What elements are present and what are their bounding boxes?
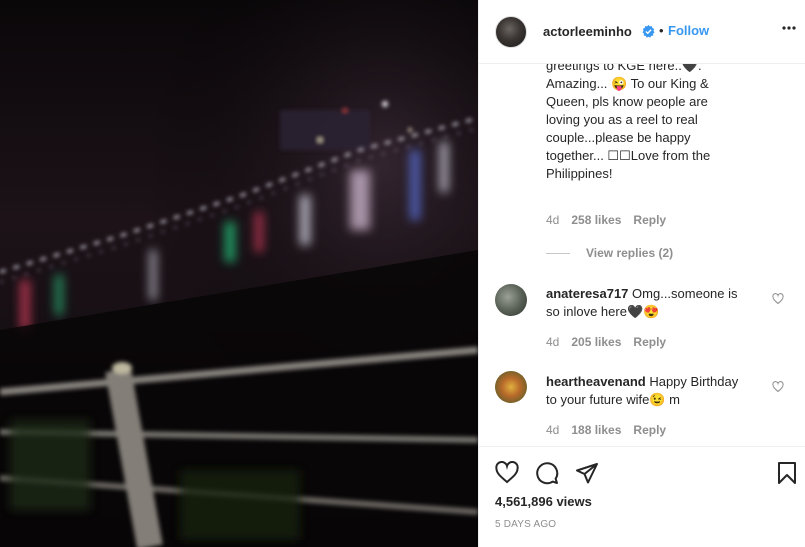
comment-meta: 4d 205 likes Reply [546,335,666,349]
comment-time: 4d [546,423,560,437]
more-options-icon[interactable] [782,26,796,30]
comment-time: 4d [546,213,560,227]
view-replies-label: View replies (2) [586,246,674,260]
comment-text: anateresa717 Omg...someone is so inlove … [546,285,761,321]
comment-line: Amazing... 😜 To our King & [546,76,709,91]
header-separator: • [659,23,664,38]
verified-badge-icon [642,25,655,38]
comment-body: Omg...someone is [632,286,738,301]
view-count[interactable]: 4,561,896 views [495,494,592,509]
comment-text: greetings to KGE here..🖤. Amazing... 😜 T… [546,64,736,183]
comment-reply-button[interactable]: Reply [633,213,666,227]
bookmark-icon[interactable] [775,461,799,485]
paper-plane-icon[interactable] [575,461,599,485]
heart-icon[interactable] [495,461,519,485]
comment-likes[interactable]: 205 likes [571,335,621,349]
comment-reply-button[interactable]: Reply [633,335,666,349]
comment-line: couple...please be happy [546,130,691,145]
comments-list[interactable]: greetings to KGE here..🖤. Amazing... 😜 T… [479,64,805,446]
post-author-username[interactable]: actorleeminho [543,24,632,39]
comment-like-heart-icon[interactable] [772,381,784,393]
comment-line: loving you as a reel to real [546,112,698,127]
view-replies-line [546,252,570,254]
comment-like-heart-icon[interactable] [772,293,784,305]
comment-body: to your future wife😉 m [546,392,680,407]
comment-body: so inlove here🖤😍 [546,304,660,319]
comment-username[interactable]: heartheavenand [546,374,646,389]
comment-line: Philippines! [546,166,613,181]
comment-body: Happy Birthday [649,374,739,389]
comment-line: greetings to KGE here..🖤. [546,64,702,73]
follow-button[interactable]: Follow [668,23,709,38]
comment-meta: 4d 258 likes Reply [546,213,666,227]
comment-text: heartheavenand Happy Birthday to your fu… [546,373,761,409]
post-author-avatar[interactable] [495,15,527,48]
post-actions: 4,561,896 views 5 DAYS AGO [479,446,805,547]
comment-likes[interactable]: 258 likes [571,213,621,227]
comment-time: 4d [546,335,560,349]
post-sidebar: actorleeminho • Follow greetings to KGE … [478,0,805,547]
commenter-avatar[interactable] [495,284,527,316]
comment-reply-button[interactable]: Reply [633,423,666,437]
comment-line: Queen, pls know people are [546,94,708,109]
comment-icon[interactable] [535,461,559,485]
comment-meta: 4d 188 likes Reply [546,423,666,437]
post-date[interactable]: 5 DAYS AGO [495,519,556,530]
comment-likes[interactable]: 188 likes [571,423,621,437]
post-video[interactable] [0,0,478,547]
comment-username[interactable]: anateresa717 [546,286,628,301]
comment-line: together... ☐☐Love from the [546,148,711,163]
post-header: actorleeminho • Follow [479,0,805,64]
night-river-scene [0,0,478,547]
commenter-avatar[interactable] [495,371,527,403]
view-replies-button[interactable]: View replies (2) [546,246,673,260]
